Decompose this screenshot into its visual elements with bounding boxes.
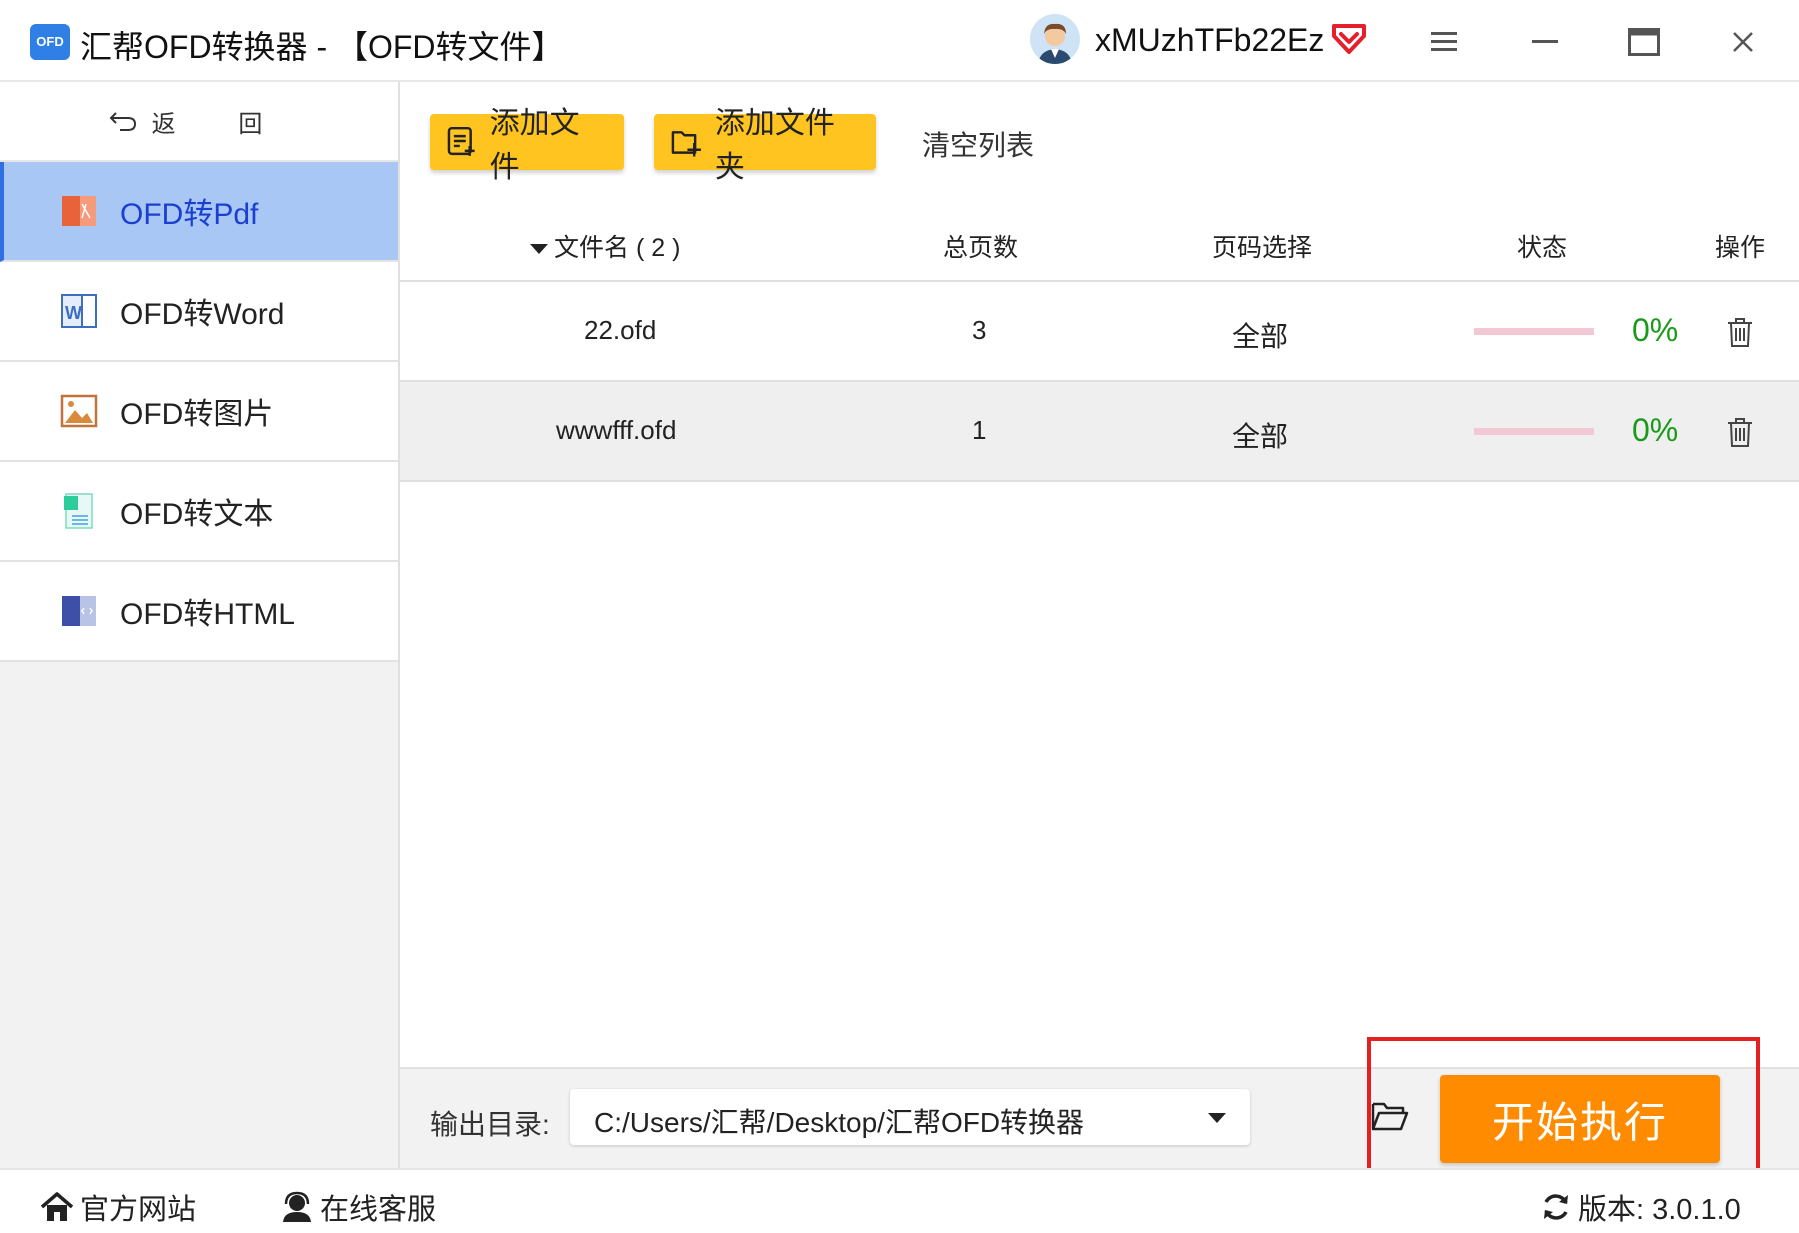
- start-button[interactable]: 开始执行: [1440, 1075, 1720, 1163]
- back-label: 返 回: [151, 110, 291, 138]
- chevron-down-icon: [1208, 1113, 1226, 1123]
- clear-list-button[interactable]: 清空列表: [922, 124, 1034, 164]
- add-file-button[interactable]: 添加文件: [430, 107, 624, 184]
- page-select-header: 页码选择: [1212, 234, 1313, 262]
- add-folder-button[interactable]: 添加文件夹: [654, 107, 876, 184]
- sidebar-item-label: OFD转HTML: [120, 598, 295, 631]
- sidebar-item-ofd-to-pdf[interactable]: OFD转Pdf: [0, 162, 398, 262]
- back-arrow-icon: [109, 112, 136, 131]
- sidebar-item-ofd-to-html[interactable]: OFD转HTML: [0, 562, 398, 662]
- sort-filename-header[interactable]: 文件名 ( 2 ): [530, 228, 680, 264]
- support-link[interactable]: 在线客服: [280, 1186, 436, 1228]
- row-percent: 0%: [1632, 312, 1679, 348]
- output-dir-label: 输出目录:: [430, 1109, 550, 1140]
- menu-button[interactable]: [1419, 20, 1469, 64]
- sidebar-item-label: OFD转图片: [120, 398, 274, 431]
- add-file-icon: [447, 126, 475, 156]
- customer-service-icon: [283, 1191, 311, 1222]
- action-header: 操作: [1715, 234, 1766, 262]
- table-row[interactable]: 22.ofd 3 全部 0%: [400, 282, 1799, 382]
- app-logo: OFD: [30, 24, 70, 60]
- output-dir-value: C:/Users/汇帮/Desktop/汇帮OFD转换器: [594, 1107, 1085, 1138]
- row-filename: 22.ofd: [584, 315, 657, 345]
- close-icon: [1733, 32, 1753, 52]
- row-filename: wwwfff.ofd: [556, 415, 677, 445]
- refresh-icon: [1544, 1194, 1568, 1220]
- sidebar: 返 回 OFD转Pdf W OFD转Word OFD转图片 OFD转文本 OFD…: [0, 82, 400, 1168]
- row-pages: 3: [972, 315, 987, 345]
- maximize-icon: [1628, 28, 1660, 56]
- add-folder-icon: [671, 131, 701, 157]
- table-row[interactable]: wwwfff.ofd 1 全部 0%: [400, 382, 1799, 482]
- add-file-label: 添加文件: [489, 107, 580, 184]
- html-icon: [62, 596, 96, 626]
- trash-icon[interactable]: [1725, 416, 1755, 448]
- row-progress-bar: [1474, 328, 1594, 335]
- filename-header-label: 文件名 ( 2 ): [554, 234, 681, 262]
- user-avatar[interactable]: [1030, 14, 1080, 64]
- minimize-icon: [1532, 40, 1558, 43]
- home-icon: [40, 1192, 74, 1221]
- maximize-button[interactable]: [1619, 20, 1669, 64]
- sidebar-item-ofd-to-image[interactable]: OFD转图片: [0, 362, 398, 462]
- support-label: 在线客服: [320, 1194, 437, 1226]
- open-folder-icon[interactable]: [1370, 1099, 1410, 1133]
- pages-header: 总页数: [943, 234, 1019, 262]
- title-bar: OFD 汇帮OFD转换器 - 【OFD转文件】 xMUzhTFb22Ez: [0, 0, 1799, 82]
- image-icon: [60, 394, 98, 428]
- trash-icon[interactable]: [1725, 316, 1755, 348]
- hamburger-icon: [1431, 32, 1457, 51]
- sidebar-item-label: OFD转文本: [120, 498, 274, 531]
- output-dir-select[interactable]: C:/Users/汇帮/Desktop/汇帮OFD转换器: [570, 1089, 1250, 1145]
- vip-diamond-icon[interactable]: [1330, 22, 1368, 56]
- version-label: 版本: 3.0.1.0: [1578, 1194, 1741, 1226]
- minimize-button[interactable]: [1520, 20, 1570, 64]
- row-page-select[interactable]: 全部: [1232, 315, 1288, 355]
- website-link[interactable]: 官方网站: [40, 1186, 196, 1228]
- text-icon: [64, 493, 93, 529]
- version-info: 版本: 3.0.1.0: [1540, 1186, 1741, 1228]
- window-title: 汇帮OFD转换器 - 【OFD转文件】: [80, 29, 564, 65]
- output-bar: 输出目录: C:/Users/汇帮/Desktop/汇帮OFD转换器 开始执行: [400, 1067, 1799, 1168]
- footer: 官方网站 在线客服 版本: 3.0.1.0: [0, 1168, 1799, 1233]
- row-progress-bar: [1474, 428, 1594, 435]
- status-header: 状态: [1517, 234, 1568, 262]
- row-page-select[interactable]: 全部: [1232, 415, 1288, 455]
- website-label: 官方网站: [80, 1194, 197, 1226]
- sidebar-item-ofd-to-text[interactable]: OFD转文本: [0, 462, 398, 562]
- back-button[interactable]: 返 回: [0, 82, 398, 162]
- svg-text:W: W: [65, 303, 82, 323]
- sidebar-item-ofd-to-word[interactable]: W OFD转Word: [0, 262, 398, 362]
- sidebar-item-label: OFD转Pdf: [120, 198, 259, 231]
- row-percent: 0%: [1632, 412, 1679, 448]
- username[interactable]: xMUzhTFb22Ez: [1095, 22, 1324, 59]
- add-folder-label: 添加文件夹: [714, 107, 835, 184]
- sidebar-item-label: OFD转Word: [120, 298, 285, 331]
- close-button[interactable]: [1718, 20, 1768, 64]
- pdf-icon: [62, 196, 96, 226]
- row-pages: 1: [972, 415, 987, 445]
- word-icon: W: [61, 294, 97, 328]
- file-table-header: 文件名 ( 2 ) 总页数 页码选择 状态 操作: [400, 210, 1799, 282]
- sort-down-icon: [530, 244, 548, 255]
